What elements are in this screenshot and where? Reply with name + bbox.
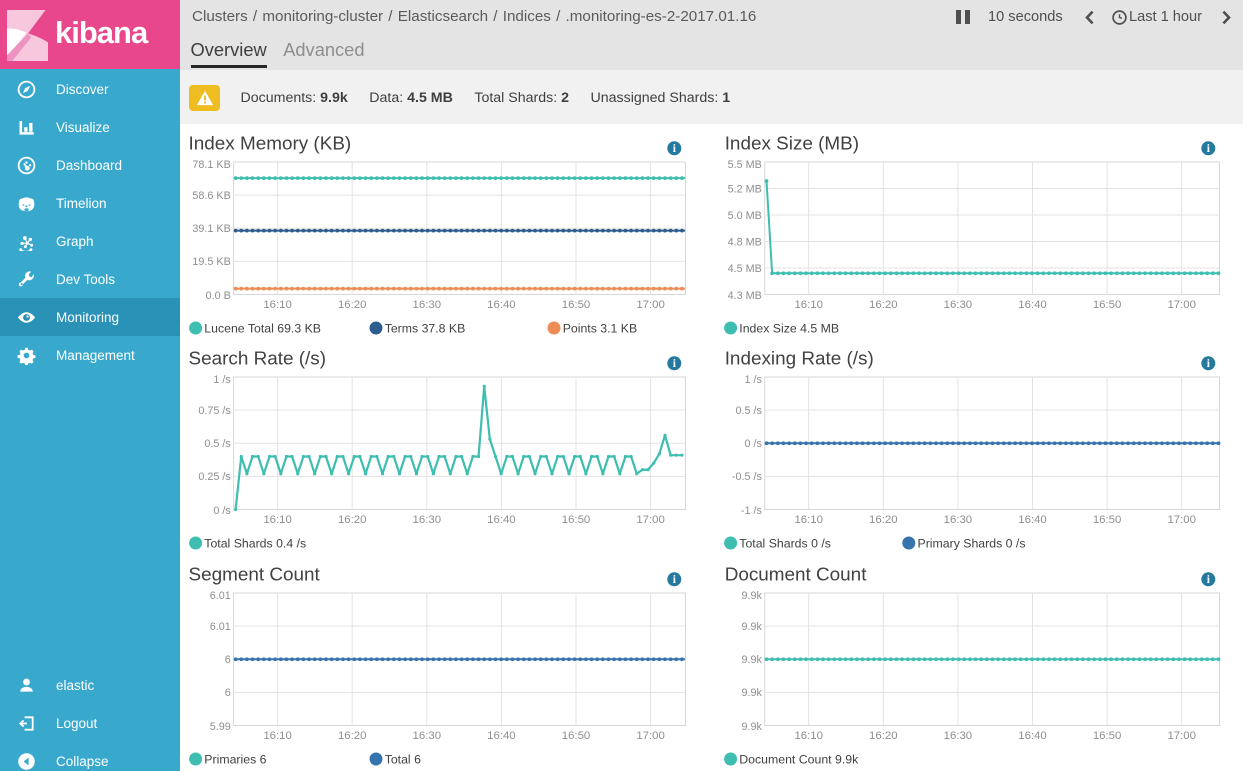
- svg-text:Document Count: Document Count: [725, 565, 868, 586]
- svg-text:16:10: 16:10: [263, 299, 292, 311]
- svg-text:0.5 /s: 0.5 /s: [204, 438, 231, 450]
- svg-text:16:20: 16:20: [869, 514, 898, 526]
- svg-text:9.9k: 9.9k: [741, 590, 762, 602]
- svg-text:16:40: 16:40: [1018, 514, 1047, 526]
- svg-text:4.8 MB: 4.8 MB: [728, 236, 762, 248]
- svg-text:Segment Count: Segment Count: [189, 565, 321, 586]
- svg-text:6: 6: [225, 654, 231, 666]
- svg-text:6: 6: [225, 687, 231, 699]
- svg-text:16:30: 16:30: [413, 730, 442, 742]
- svg-text:16:40: 16:40: [487, 299, 516, 311]
- svg-text:Terms 37.8 KB: Terms 37.8 KB: [385, 321, 466, 335]
- svg-text:Points 3.1 KB: Points 3.1 KB: [563, 321, 638, 335]
- svg-text:16:20: 16:20: [338, 299, 367, 311]
- svg-text:16:30: 16:30: [944, 730, 973, 742]
- svg-text:4.5 MB: 4.5 MB: [728, 263, 762, 275]
- svg-text:16:40: 16:40: [487, 514, 516, 526]
- svg-text:Document Count 9.9k: Document Count 9.9k: [739, 752, 859, 766]
- svg-text:Index Memory (KB): Index Memory (KB): [189, 134, 352, 155]
- svg-text:16:50: 16:50: [1093, 514, 1122, 526]
- svg-text:6.01: 6.01: [210, 621, 231, 633]
- svg-text:16:10: 16:10: [794, 299, 823, 311]
- svg-text:16:40: 16:40: [1018, 299, 1047, 311]
- svg-text:17:00: 17:00: [636, 514, 665, 526]
- svg-text:5.99: 5.99: [210, 721, 231, 733]
- svg-text:16:20: 16:20: [338, 730, 367, 742]
- svg-text:5.0 MB: 5.0 MB: [728, 210, 762, 222]
- svg-text:16:30: 16:30: [413, 514, 442, 526]
- svg-text:16:10: 16:10: [794, 514, 823, 526]
- svg-text:9.9k: 9.9k: [741, 621, 762, 633]
- svg-text:4.3 MB: 4.3 MB: [728, 290, 762, 302]
- svg-text:16:30: 16:30: [944, 514, 973, 526]
- svg-text:-1 /s: -1 /s: [741, 505, 763, 517]
- svg-text:39.1 KB: 39.1 KB: [192, 223, 230, 235]
- svg-text:16:50: 16:50: [1093, 730, 1122, 742]
- svg-text:17:00: 17:00: [636, 730, 665, 742]
- svg-text:0.25 /s: 0.25 /s: [198, 471, 231, 483]
- svg-text:17:00: 17:00: [1167, 514, 1196, 526]
- svg-text:16:50: 16:50: [1093, 299, 1122, 311]
- svg-text:16:20: 16:20: [869, 299, 898, 311]
- svg-text:16:50: 16:50: [562, 514, 591, 526]
- svg-text:17:00: 17:00: [1167, 299, 1196, 311]
- svg-text:0 /s: 0 /s: [744, 438, 762, 450]
- svg-text:9.9k: 9.9k: [741, 721, 762, 733]
- svg-text:16:40: 16:40: [1018, 730, 1047, 742]
- svg-text:1 /s: 1 /s: [213, 374, 231, 386]
- svg-text:58.6 KB: 58.6 KB: [192, 190, 230, 202]
- svg-text:16:20: 16:20: [869, 730, 898, 742]
- svg-text:16:10: 16:10: [263, 730, 292, 742]
- svg-text:0.5 /s: 0.5 /s: [735, 405, 762, 417]
- svg-text:5.5 MB: 5.5 MB: [728, 159, 762, 171]
- svg-text:0.75 /s: 0.75 /s: [198, 405, 231, 417]
- svg-text:16:50: 16:50: [562, 730, 591, 742]
- svg-text:-0.5 /s: -0.5 /s: [732, 471, 763, 483]
- svg-text:Total 6: Total 6: [385, 752, 421, 766]
- svg-text:19.5 KB: 19.5 KB: [192, 256, 230, 268]
- svg-text:Lucene Total 69.3 KB: Lucene Total 69.3 KB: [204, 321, 321, 335]
- svg-text:Primaries 6: Primaries 6: [204, 752, 266, 766]
- svg-text:Primary Shards 0 /s: Primary Shards 0 /s: [918, 536, 1026, 550]
- svg-text:16:10: 16:10: [263, 514, 292, 526]
- svg-text:17:00: 17:00: [636, 299, 665, 311]
- svg-text:16:10: 16:10: [794, 730, 823, 742]
- svg-text:Index Size (MB): Index Size (MB): [725, 134, 859, 155]
- svg-text:9.9k: 9.9k: [741, 654, 762, 666]
- svg-text:78.1 KB: 78.1 KB: [192, 159, 230, 171]
- svg-text:16:40: 16:40: [487, 730, 516, 742]
- svg-text:Indexing Rate (/s): Indexing Rate (/s): [725, 349, 874, 370]
- svg-text:5.2 MB: 5.2 MB: [728, 183, 762, 195]
- svg-text:Search Rate (/s): Search Rate (/s): [189, 349, 327, 370]
- svg-text:16:50: 16:50: [562, 299, 591, 311]
- svg-text:16:30: 16:30: [413, 299, 442, 311]
- svg-text:Index Size 4.5 MB: Index Size 4.5 MB: [739, 321, 839, 335]
- svg-text:16:30: 16:30: [944, 299, 973, 311]
- svg-text:Total Shards 0 /s: Total Shards 0 /s: [739, 536, 831, 550]
- svg-text:Total Shards 0.4 /s: Total Shards 0.4 /s: [204, 536, 306, 550]
- svg-text:0.0 B: 0.0 B: [206, 290, 231, 302]
- svg-text:16:20: 16:20: [338, 514, 367, 526]
- svg-text:17:00: 17:00: [1167, 730, 1196, 742]
- svg-text:1 /s: 1 /s: [744, 374, 762, 386]
- svg-text:9.9k: 9.9k: [741, 687, 762, 699]
- svg-text:0 /s: 0 /s: [213, 505, 231, 517]
- svg-text:6.01: 6.01: [210, 590, 231, 602]
